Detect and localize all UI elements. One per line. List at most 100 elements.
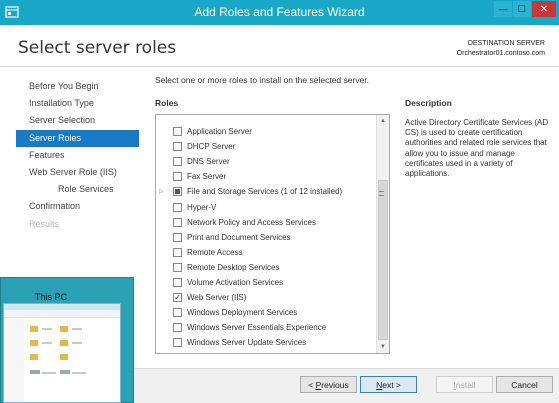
- folder-icon: [60, 340, 68, 346]
- role-checkbox[interactable]: [173, 217, 182, 227]
- role-label: Print and Document Services: [187, 232, 291, 242]
- role-checkbox[interactable]: [173, 262, 182, 272]
- role-checkbox[interactable]: [173, 202, 182, 212]
- role-label: Fax Server: [187, 172, 227, 182]
- instruction-text: Select one or more roles to install on t…: [155, 75, 370, 85]
- scroll-down-arrow-icon[interactable]: ▼: [377, 341, 389, 353]
- role-row[interactable]: ✓ Web Server (IIS): [156, 290, 376, 305]
- preview-label: [72, 372, 86, 374]
- role-row[interactable]: Print and Document Services: [156, 230, 376, 245]
- expand-arrow-icon[interactable]: ▷: [159, 188, 167, 195]
- nav-item-server-roles[interactable]: Server Roles: [16, 129, 139, 147]
- install-button-label: nstall: [455, 379, 476, 390]
- drive-icon: [30, 370, 40, 374]
- previous-button[interactable]: < Previous: [300, 376, 357, 393]
- role-checkbox[interactable]: [173, 278, 182, 287]
- role-row[interactable]: Windows Server Essentials Experience: [156, 320, 376, 335]
- role-checkbox[interactable]: [173, 157, 182, 167]
- role-label: Remote Desktop Services: [187, 262, 280, 272]
- page-title: Select server roles: [18, 38, 177, 58]
- thumbnail-title: This PC: [34, 292, 67, 302]
- role-row[interactable]: Network Policy and Access Services: [156, 215, 376, 230]
- role-label: Network Policy and Access Services: [187, 217, 316, 227]
- folder-icon: [30, 326, 38, 332]
- nav-item-role-services[interactable]: Role Services: [16, 181, 139, 198]
- nav-item-web-server-role[interactable]: Web Server Role (IIS): [16, 164, 139, 181]
- nav-item-server-selection[interactable]: Server Selection: [16, 112, 139, 129]
- header-divider: [0, 66, 559, 67]
- title-bar: Add Roles and Features Wizard — □ ✕: [0, 0, 559, 25]
- role-label: Windows Deployment Services: [187, 308, 298, 318]
- explorer-window-preview: [3, 303, 121, 403]
- role-checkbox[interactable]: ✓: [173, 293, 182, 303]
- role-row[interactable]: DHCP Server: [156, 139, 376, 154]
- scroll-thumb[interactable]: [378, 180, 388, 340]
- nav-item-installation-type[interactable]: Installation Type: [16, 95, 139, 112]
- preview-sidebar: [4, 319, 24, 402]
- role-row[interactable]: Remote Access: [156, 245, 376, 260]
- previous-button-prefix: <: [308, 379, 316, 390]
- install-button: Install: [436, 376, 493, 393]
- next-button-label: ext >: [382, 379, 401, 390]
- role-label: Volume Activation Services: [187, 278, 284, 287]
- role-checkbox[interactable]: [173, 308, 182, 318]
- role-checkbox[interactable]: [173, 323, 182, 333]
- this-pc-thumbnail[interactable]: This PC: [0, 277, 134, 403]
- role-row[interactable]: DNS Server: [156, 154, 376, 169]
- minimize-button[interactable]: —: [494, 1, 512, 17]
- previous-button-label: revious: [321, 379, 349, 390]
- close-button[interactable]: ✕: [532, 1, 556, 17]
- minimize-icon: —: [498, 4, 508, 14]
- destination-server-name: Orchestrator01.contoso.com: [456, 50, 545, 57]
- role-label: Windows Server Update Services: [187, 338, 307, 348]
- role-label: Hyper-V: [187, 202, 217, 212]
- folder-icon: [60, 326, 68, 332]
- role-checkbox[interactable]: [173, 142, 182, 152]
- role-checkbox[interactable]: [173, 338, 182, 348]
- maximize-button[interactable]: □: [513, 1, 531, 17]
- wizard-steps-nav: Before You Begin Installation Type Serve…: [16, 78, 139, 233]
- role-checkbox[interactable]: [173, 247, 182, 257]
- preview-ribbon: [4, 310, 120, 318]
- nav-item-results: Results: [29, 218, 60, 229]
- role-row[interactable]: Volume Activation Services: [156, 275, 376, 290]
- role-label: DNS Server: [187, 157, 230, 167]
- preview-label: [72, 328, 82, 330]
- folder-icon: [30, 354, 38, 360]
- drive-icon: [60, 370, 70, 374]
- description-text: Active Directory Certificate Services (A…: [405, 118, 549, 179]
- preview-label: [42, 328, 52, 330]
- preview-label: [42, 372, 56, 374]
- folder-icon: [60, 354, 68, 360]
- role-row[interactable]: Fax Server: [156, 169, 376, 184]
- maximize-icon: □: [518, 3, 526, 15]
- nav-item-features[interactable]: Features: [16, 147, 139, 164]
- role-checkbox[interactable]: [173, 187, 182, 197]
- destination-server-label: DESTINATION SERVER: [467, 40, 545, 47]
- role-row[interactable]: Windows Server Update Services: [156, 335, 376, 350]
- role-label: File and Storage Services (1 of 12 insta…: [187, 187, 343, 197]
- nav-item-before-you-begin[interactable]: Before You Begin: [16, 78, 139, 95]
- role-row[interactable]: Hyper-V: [156, 200, 376, 215]
- close-icon: ✕: [539, 3, 549, 15]
- role-row[interactable]: Windows Deployment Services: [156, 305, 376, 320]
- folder-icon: [30, 340, 38, 346]
- role-label: Windows Server Essentials Experience: [187, 323, 327, 333]
- roles-scrollbar[interactable]: ▲ ▼: [376, 115, 389, 353]
- role-checkbox[interactable]: [173, 172, 182, 182]
- preview-label: [72, 342, 82, 344]
- scroll-up-arrow-icon[interactable]: ▲: [377, 115, 389, 127]
- nav-item-confirmation[interactable]: Confirmation: [16, 198, 139, 215]
- scroll-grip-icon: [379, 191, 384, 196]
- next-button[interactable]: Next >: [360, 376, 417, 393]
- roles-list: Application Server DHCP Server DNS Server F…: [155, 114, 390, 354]
- cancel-button[interactable]: Cancel: [496, 376, 553, 393]
- role-row[interactable]: Application Server: [156, 124, 376, 139]
- role-label: Remote Access: [187, 247, 243, 257]
- role-checkbox[interactable]: [173, 232, 182, 242]
- preview-label: [42, 342, 52, 344]
- role-row[interactable]: ▷ File and Storage Services (1 of 12 inst…: [156, 184, 376, 199]
- role-label: DHCP Server: [187, 142, 236, 152]
- role-row[interactable]: Remote Desktop Services: [156, 260, 376, 275]
- role-checkbox[interactable]: [173, 127, 182, 136]
